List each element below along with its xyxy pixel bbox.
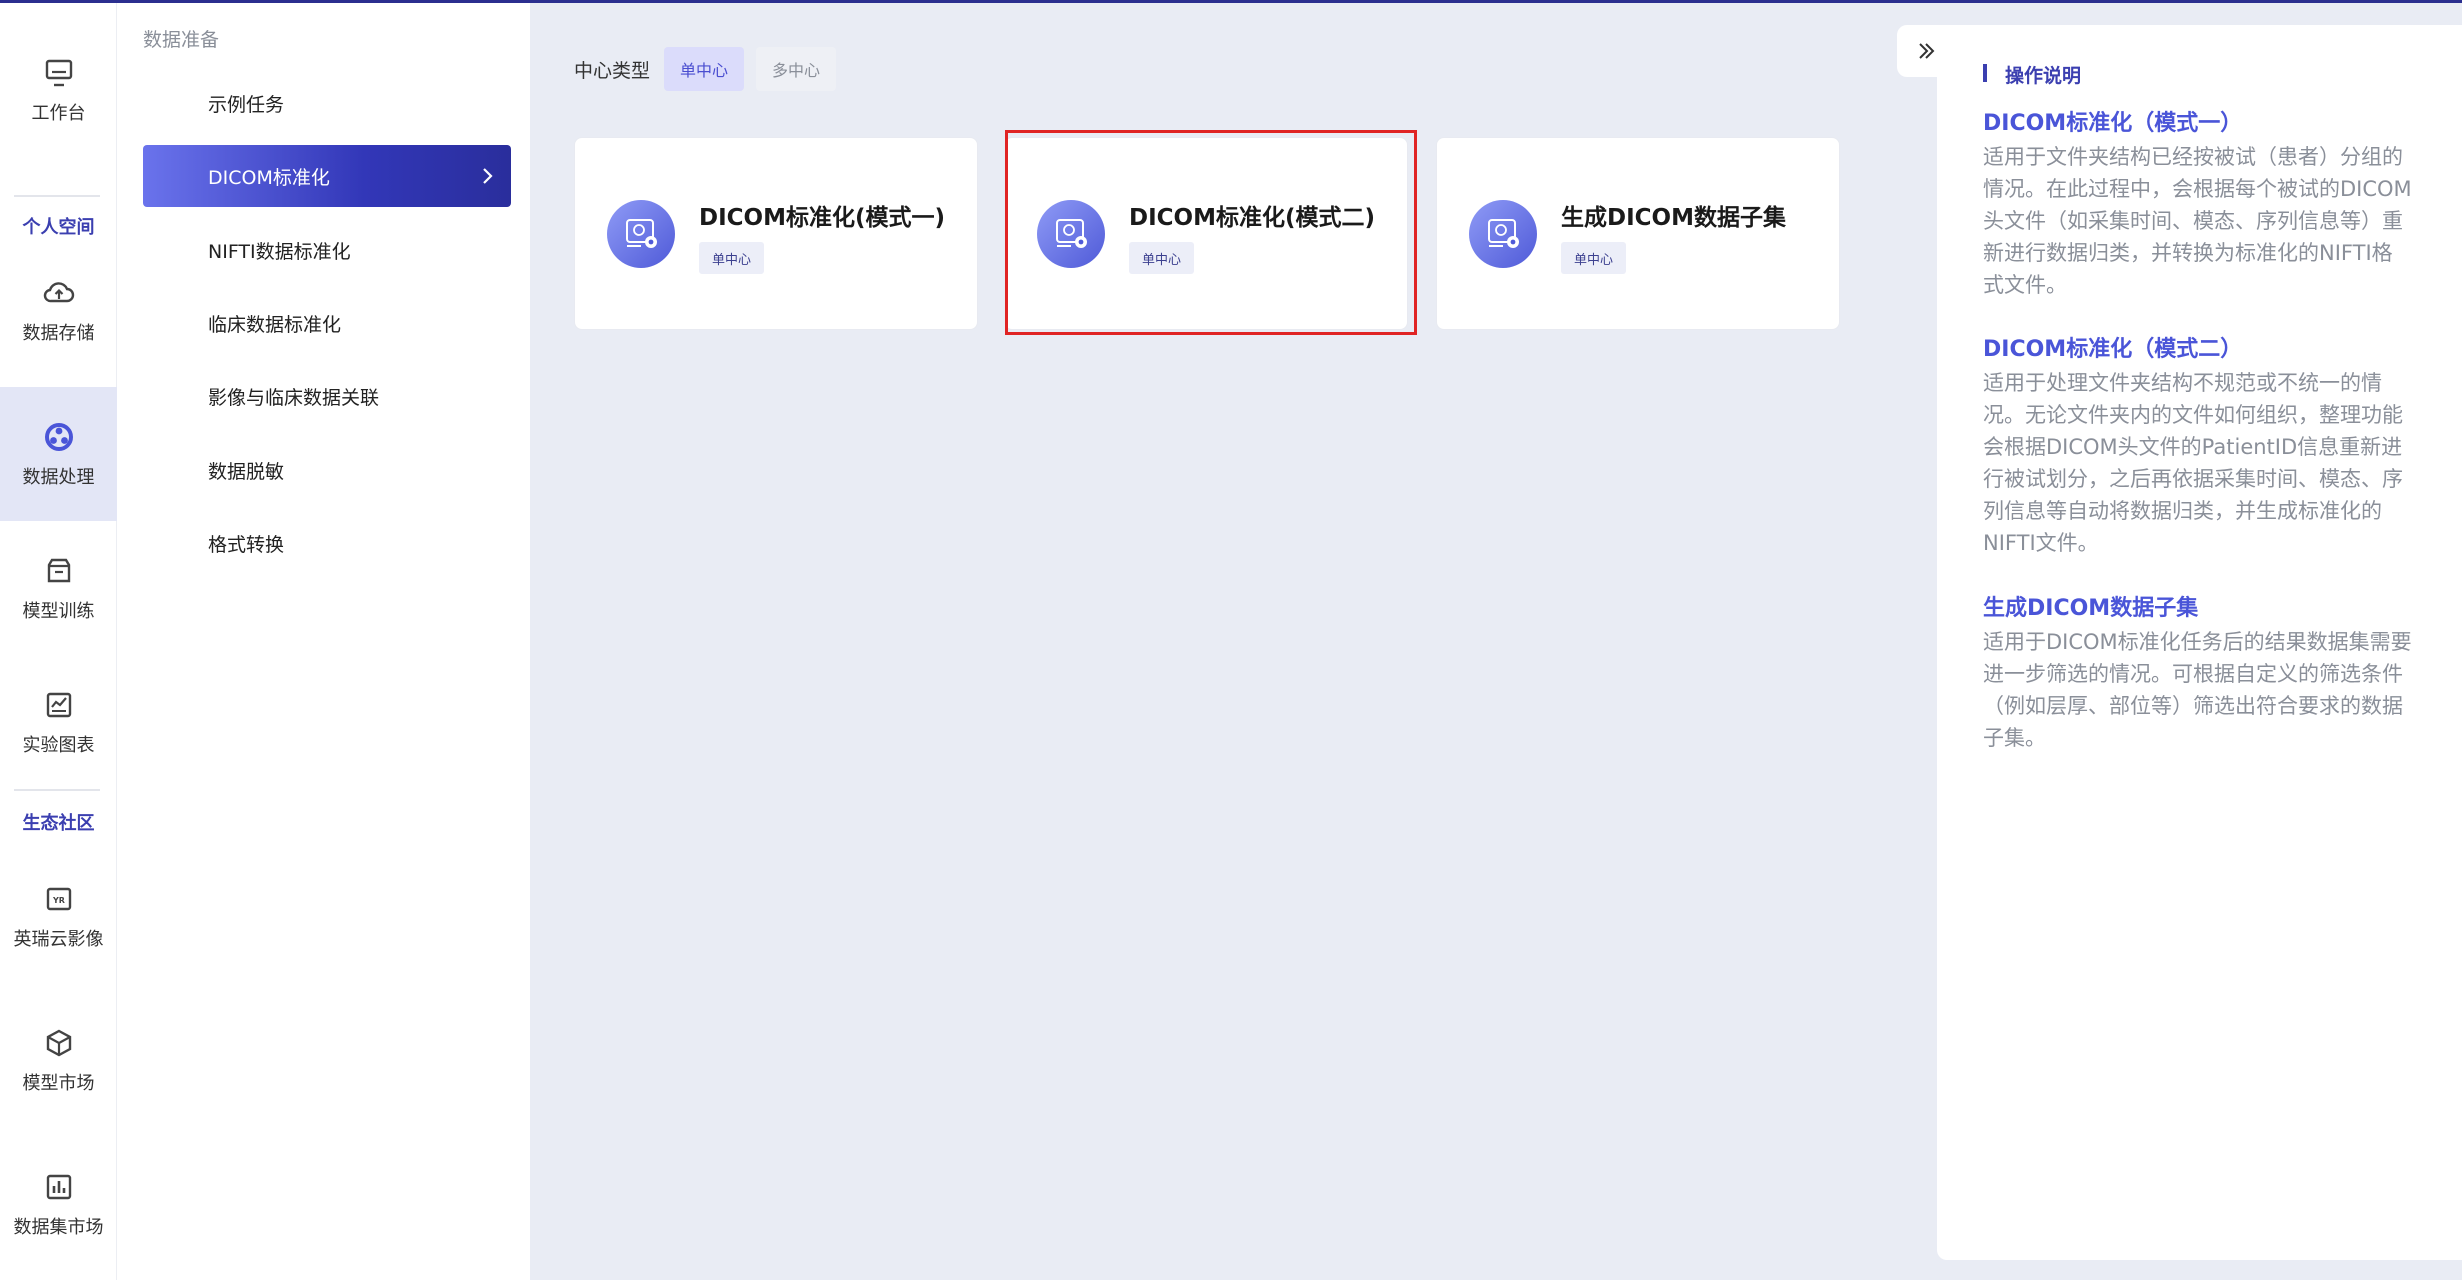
- rail-divider: [14, 195, 100, 197]
- filter-option-multi-center[interactable]: 多中心: [756, 47, 837, 91]
- submenu-title: 数据准备: [143, 29, 220, 51]
- cloud-upload-icon: [43, 282, 74, 303]
- task-card-dicom-subset[interactable]: 生成DICOM数据子集 单中心: [1436, 137, 1840, 330]
- rail-divider: [14, 789, 100, 791]
- card-tag: 单中心: [1129, 242, 1195, 274]
- cloud-image-icon: YR: [46, 887, 71, 911]
- help-text: 适用于处理文件夹结构不规范或不统一的情况。无论文件夹内的文件如何组织，整理功能会…: [1983, 371, 2403, 555]
- submenu-item-nifti-standardization[interactable]: NIFTI数据标准化: [143, 219, 511, 281]
- icon-rail: 工作台 个人空间 数据存储 数据处理 模型训练 实验图表 生态社区 YR 英瑞云…: [0, 3, 117, 1280]
- bar-chart-icon: [46, 1174, 71, 1200]
- help-heading: DICOM标准化（模式一）: [1983, 111, 2243, 136]
- rail-label: 模型市场: [22, 1073, 95, 1094]
- help-section-dicom-mode-1: DICOM标准化（模式一） 适用于文件夹结构已经按被试（患者）分组的情况。在此过…: [1983, 105, 2413, 301]
- card-tag: 单中心: [1561, 242, 1627, 274]
- rail-item-model-market[interactable]: 模型市场: [0, 993, 117, 1127]
- help-text: 适用于文件夹结构已经按被试（患者）分组的情况。在此过程中，会根据每个被试的DIC…: [1983, 145, 2412, 297]
- rail-item-dataset-market[interactable]: 数据集市场: [0, 1137, 117, 1271]
- help-title: 操作说明: [1983, 61, 2081, 88]
- rail-item-yingrui-cloud[interactable]: YR 英瑞云影像: [0, 849, 117, 983]
- help-heading: 生成DICOM数据子集: [1983, 596, 2199, 621]
- card-title: DICOM标准化(模式二): [1129, 205, 1375, 231]
- rail-item-experiment-charts[interactable]: 实验图表: [0, 655, 117, 789]
- secondary-menu: 数据准备 示例任务 DICOM标准化 NIFTI数据标准化 临床数据标准化 影像…: [117, 3, 530, 1280]
- monitor-icon: [45, 59, 72, 87]
- rail-label: 工作台: [31, 103, 86, 124]
- submenu-item-dicom-standardization[interactable]: DICOM标准化: [143, 145, 511, 207]
- submenu-item-clinical-standardization[interactable]: 临床数据标准化: [143, 292, 511, 354]
- help-heading: DICOM标准化（模式二）: [1983, 337, 2243, 362]
- submenu-item-format-conversion[interactable]: 格式转换: [143, 512, 511, 574]
- help-section-dicom-mode-2: DICOM标准化（模式二） 适用于处理文件夹结构不规范或不统一的情况。无论文件夹…: [1983, 331, 2413, 559]
- task-card-dicom-mode-2[interactable]: DICOM标准化(模式二) 单中心: [1004, 137, 1408, 330]
- dicom-task-icon: [1469, 200, 1537, 268]
- center-type-filter: 中心类型 单中心 多中心: [574, 47, 837, 91]
- help-section-dicom-subset: 生成DICOM数据子集 适用于DICOM标准化任务后的结果数据集需要进一步筛选的…: [1983, 590, 2413, 754]
- filter-option-single-center[interactable]: 单中心: [664, 47, 745, 91]
- chevron-right-icon: [483, 168, 493, 184]
- rail-label: 数据集市场: [13, 1217, 104, 1238]
- rail-label: 英瑞云影像: [13, 929, 104, 950]
- submenu-item-desensitization[interactable]: 数据脱敏: [143, 439, 511, 501]
- filter-label: 中心类型: [574, 59, 651, 82]
- rail-label: 数据存储: [22, 323, 95, 344]
- double-chevron-right-icon: [1919, 43, 1935, 59]
- card-title: 生成DICOM数据子集: [1561, 205, 1786, 231]
- help-text: 适用于DICOM标准化任务后的结果数据集需要进一步筛选的情况。可根据自定义的筛选…: [1983, 630, 2412, 750]
- dicom-task-icon: [1037, 200, 1105, 268]
- rail-label: 模型训练: [22, 601, 95, 622]
- rail-label: 实验图表: [22, 735, 95, 756]
- rail-label: 数据处理: [22, 467, 95, 488]
- main-content: 中心类型 单中心 多中心 DICOM标准化(模式一) 单中心 DICOM标准化(…: [530, 3, 1890, 1280]
- rail-item-data-storage[interactable]: 数据存储: [0, 243, 117, 377]
- rail-item-model-training[interactable]: 模型训练: [0, 521, 117, 655]
- task-card-dicom-mode-1[interactable]: DICOM标准化(模式一) 单中心: [574, 137, 978, 330]
- cube-icon: [46, 1029, 71, 1057]
- help-panel: 操作说明 DICOM标准化（模式一） 适用于文件夹结构已经按被试（患者）分组的情…: [1937, 25, 2462, 1260]
- submenu-item-example-tasks[interactable]: 示例任务: [143, 72, 511, 134]
- svg-text:YR: YR: [52, 896, 65, 905]
- submenu-item-image-clinical-link[interactable]: 影像与临床数据关联: [143, 365, 511, 427]
- rail-item-workbench[interactable]: 工作台: [0, 23, 117, 157]
- rail-item-data-processing[interactable]: 数据处理: [0, 387, 117, 521]
- box-icon: [47, 558, 70, 583]
- section-eco-community: 生态社区: [22, 813, 95, 834]
- submenu-item-label: DICOM标准化: [208, 166, 330, 189]
- section-personal-space: 个人空间: [22, 217, 95, 238]
- line-chart-icon: [46, 692, 71, 718]
- card-title: DICOM标准化(模式一): [699, 205, 945, 231]
- card-tag: 单中心: [699, 242, 765, 274]
- dicom-task-icon: [607, 200, 675, 268]
- data-processing-icon: [44, 423, 73, 451]
